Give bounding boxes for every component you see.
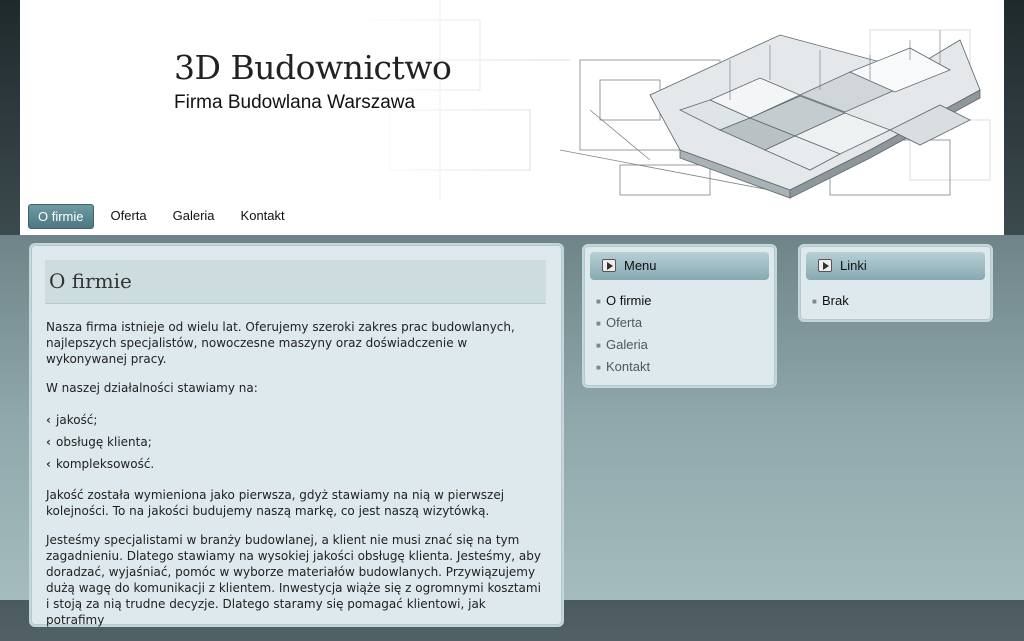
links-sidebar-box: Linki ■ Brak [798,244,993,322]
list-item: ‹ jakość; [46,409,546,431]
chevron-left-icon: ‹ [46,435,51,449]
bullet-icon: ■ [596,363,601,372]
sidebar-item-galeria[interactable]: ■ Galeria [596,334,652,356]
quality-paragraph: Jakość została wymieniona jako pierwsza,… [46,488,505,518]
sidebar-item-o-firmie[interactable]: ■ O firmie [596,290,652,312]
building-blueprint-illustration [350,0,1004,200]
menu-sidebar-box: Menu ■ O firmie ■ Oferta ■ Galeria ■ Kontakt [582,244,777,388]
menu-box-title: Menu [624,258,657,273]
page-title: O firmie [45,260,546,304]
links-box-title: Linki [840,258,867,273]
bullet-icon: ■ [596,341,601,350]
main-navigation: O firmie Oferta Galeria Kontakt [28,204,302,229]
menu-links-list: ■ O firmie ■ Oferta ■ Galeria ■ Kontakt [596,290,652,378]
bullet-icon: ■ [596,319,601,328]
site-title: 3D Budownictwo [174,48,452,87]
service-paragraph: Jesteśmy specjalistami w branży budowlan… [46,533,541,627]
links-box-header: Linki [806,252,985,280]
list-item: ■ Brak [812,290,849,312]
list-item: ‹ kompleksowość. [46,453,546,475]
site-header: 3D Budownictwo Firma Budowlana Warszawa … [20,0,1004,235]
features-list: ‹ jakość; ‹ obsługę klienta; ‹ kompleksowoś… [46,409,546,475]
play-arrow-icon [602,259,616,272]
list-intro: W naszej działalności stawiamy na: [46,381,258,395]
site-subtitle: Firma Budowlana Warszawa [174,92,416,113]
content-body: Nasza firma istnieje od wielu lat. Oferu… [46,319,546,641]
menu-box-header: Menu [590,252,769,280]
bullet-icon: ■ [596,297,601,306]
bullet-icon: ■ [812,297,817,306]
nav-item-galeria[interactable]: Galeria [164,204,224,228]
chevron-left-icon: ‹ [46,457,51,471]
links-list: ■ Brak [812,290,849,312]
play-arrow-icon [818,259,832,272]
left-dark-edge [0,0,20,235]
nav-item-kontakt[interactable]: Kontakt [232,204,294,228]
sidebar-item-kontakt[interactable]: ■ Kontakt [596,356,652,378]
sidebar-item-oferta[interactable]: ■ Oferta [596,312,652,334]
right-dark-edge [1004,0,1024,235]
nav-item-o-firmie[interactable]: O firmie [28,204,94,229]
nav-item-oferta[interactable]: Oferta [102,204,156,228]
main-content-panel: O firmie Nasza firma istnieje od wielu l… [29,243,564,627]
list-item: ‹ obsługę klienta; [46,431,546,453]
chevron-left-icon: ‹ [46,413,51,427]
intro-paragraph: Nasza firma istnieje od wielu lat. Oferu… [46,320,515,366]
